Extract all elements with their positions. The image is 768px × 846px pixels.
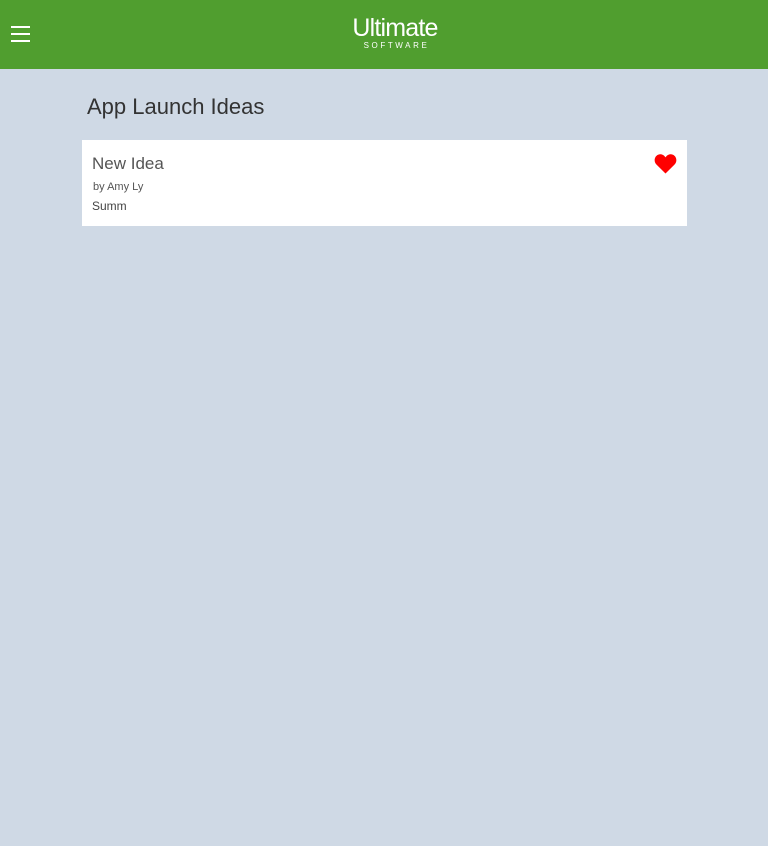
top-navigation-bar: Ultimate SOFTWARE: [0, 0, 768, 69]
hamburger-menu-icon[interactable]: [10, 24, 32, 44]
heart-icon[interactable]: [654, 153, 677, 174]
logo-wordmark: Ultimate: [352, 14, 438, 42]
logo-tagline: SOFTWARE: [363, 41, 430, 50]
idea-title[interactable]: New Idea: [92, 154, 164, 174]
heart-shape: [654, 154, 677, 174]
idea-summary: Summ: [92, 199, 127, 213]
idea-card[interactable]: New Idea by Amy Ly Summ: [82, 140, 687, 226]
idea-author: by Amy Ly: [93, 181, 144, 193]
page-title: App Launch Ideas: [87, 94, 265, 119]
ultimate-software-logo: Ultimate SOFTWARE: [342, 14, 448, 54]
